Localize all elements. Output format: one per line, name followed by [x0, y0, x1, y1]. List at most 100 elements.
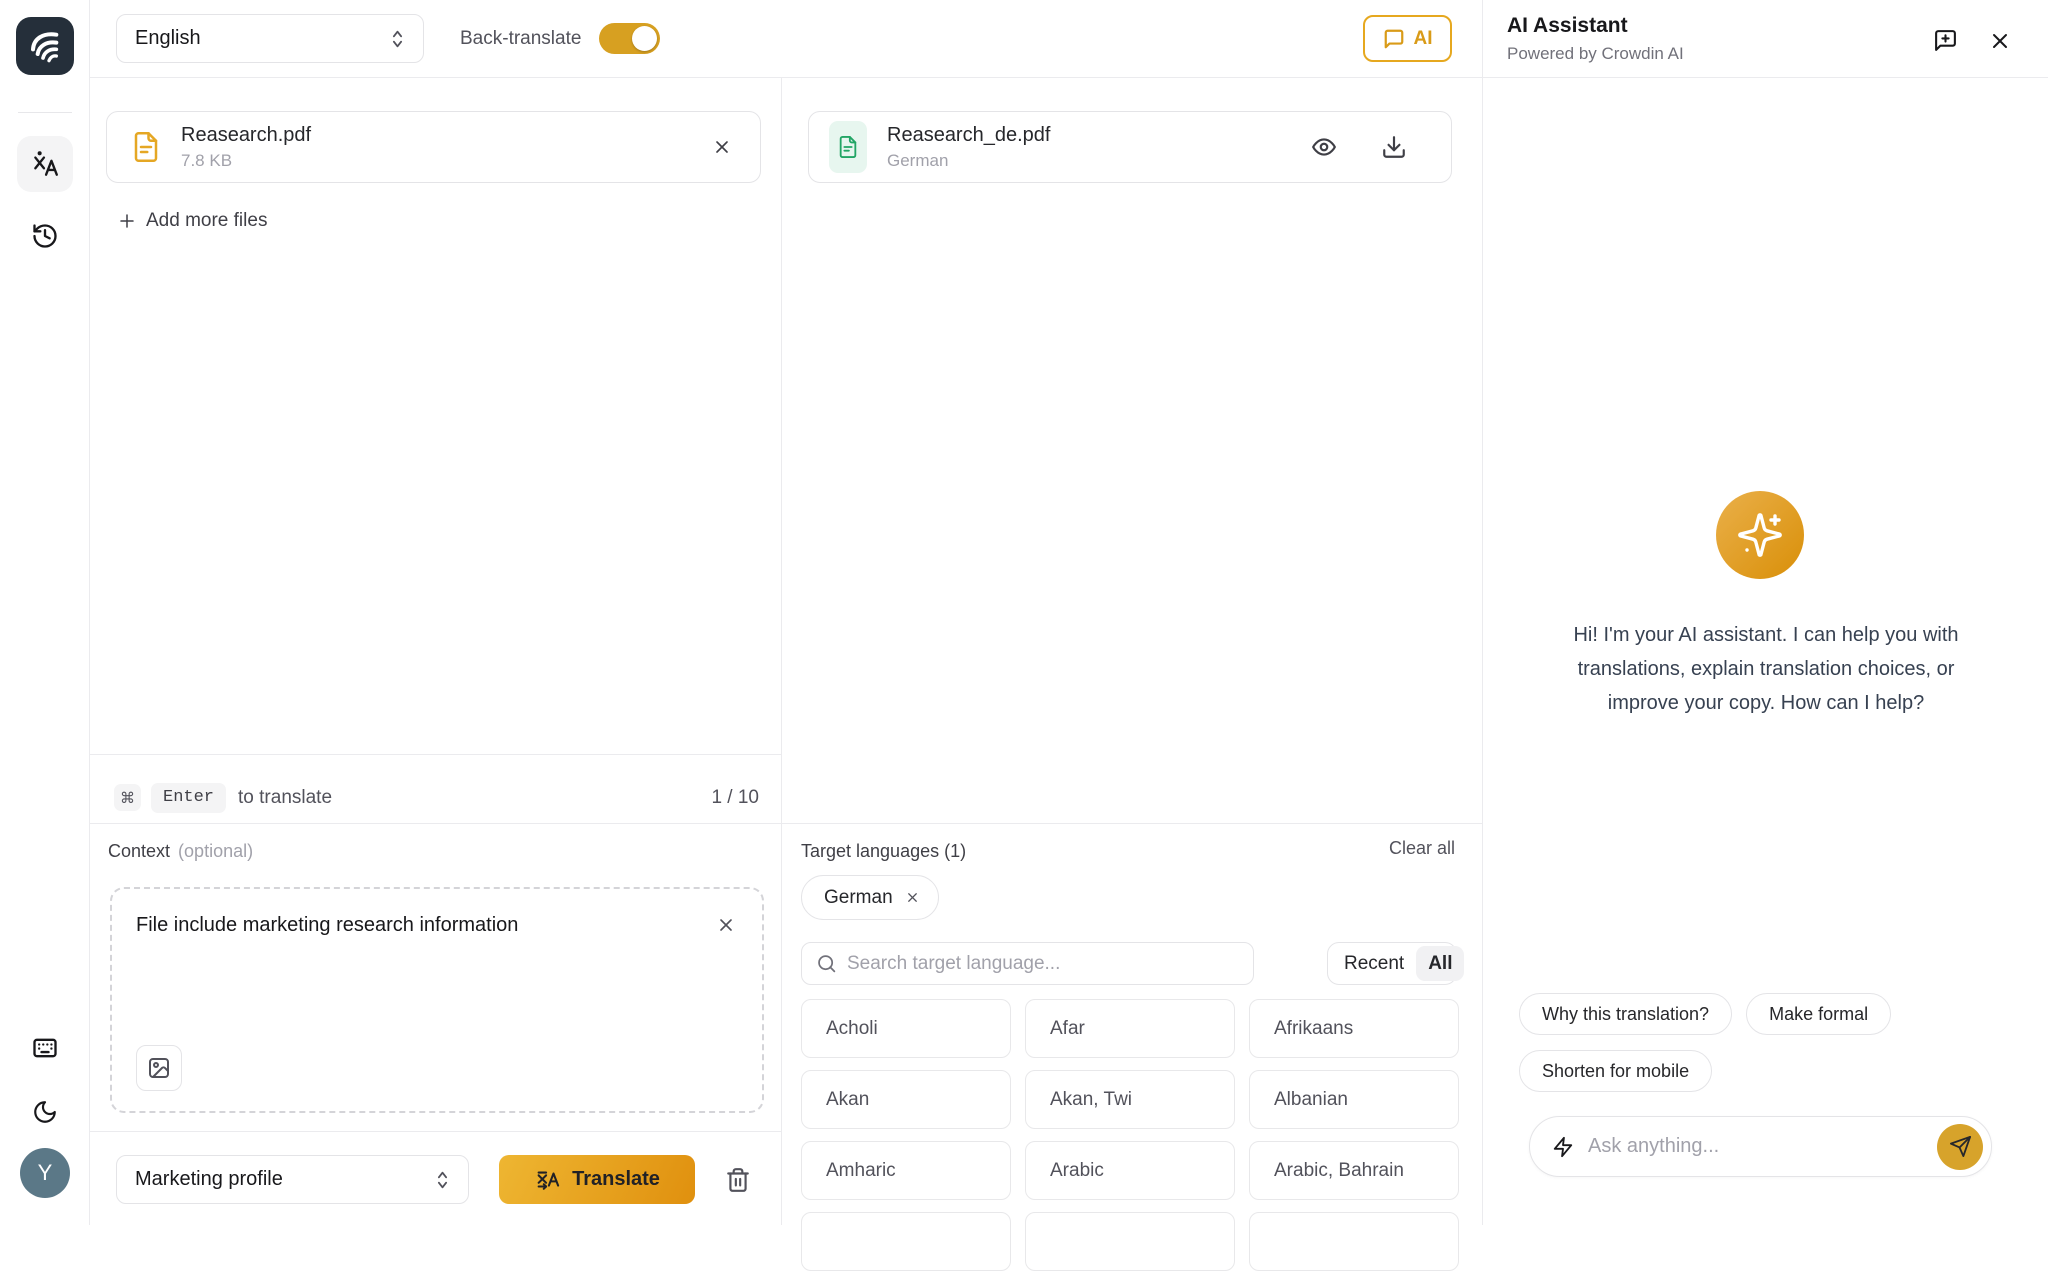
download-file-button[interactable] — [1379, 132, 1409, 162]
translate-button[interactable]: Translate — [499, 1155, 695, 1204]
ai-suggestion-chips: Why this translation? Make formal Shorte… — [1519, 993, 1949, 1092]
filter-recent-tab[interactable]: Recent — [1332, 946, 1416, 981]
remove-language-icon[interactable] — [905, 890, 920, 905]
translated-file-tile — [829, 121, 867, 173]
profile-value: Marketing profile — [135, 1168, 283, 1191]
add-more-files-label: Add more files — [146, 210, 267, 232]
plus-icon — [118, 212, 136, 230]
send-button[interactable] — [1937, 1124, 1983, 1170]
language-option-partial[interactable] — [801, 1212, 1011, 1271]
language-option-partial[interactable] — [1249, 1212, 1459, 1271]
ai-button-label: AI — [1414, 28, 1433, 50]
language-option-label: Amharic — [826, 1160, 896, 1182]
target-file-name: Reasearch_de.pdf — [887, 124, 1050, 147]
language-option-label: Akan, Twi — [1050, 1089, 1132, 1111]
close-icon — [712, 137, 732, 157]
selected-language-name: German — [824, 887, 893, 909]
preview-file-button[interactable] — [1309, 132, 1339, 162]
crowdin-logo[interactable] — [16, 17, 74, 75]
language-option[interactable]: Acholi — [801, 999, 1011, 1058]
language-options-grid: Acholi Afar Afrikaans Akan Akan, Twi Alb… — [801, 999, 1459, 1200]
selected-language-chip[interactable]: German — [801, 875, 939, 920]
ai-suggestion-chip[interactable]: Shorten for mobile — [1519, 1050, 1712, 1092]
new-chat-button[interactable] — [1931, 26, 1960, 55]
language-option[interactable]: Akan — [801, 1070, 1011, 1129]
language-option-label: Acholi — [826, 1018, 878, 1040]
clear-all-button[interactable]: Clear all — [1389, 838, 1455, 859]
chevron-up-down-icon — [435, 1170, 450, 1190]
ai-suggestion-chip[interactable]: Why this translation? — [1519, 993, 1732, 1035]
ai-suggestion-chip[interactable]: Make formal — [1746, 993, 1891, 1035]
language-search-input[interactable] — [847, 953, 1239, 975]
ai-assistant-open-button[interactable]: AI — [1363, 15, 1452, 62]
shortcut-row: ⌘ Enter to translate 1 / 10 — [114, 772, 759, 823]
sidebar-item-history[interactable] — [17, 208, 73, 264]
chat-bubble-icon — [1383, 28, 1405, 50]
language-option[interactable]: Albanian — [1249, 1070, 1459, 1129]
language-option-label: Arabic, Bahrain — [1274, 1160, 1404, 1182]
add-more-files-button[interactable]: Add more files — [118, 210, 267, 232]
target-file-meta: Reasearch_de.pdf German — [887, 124, 1050, 171]
user-avatar[interactable]: Y — [20, 1148, 70, 1198]
source-language-select[interactable]: English — [116, 14, 424, 63]
section-divider — [90, 823, 1482, 824]
language-option[interactable]: Amharic — [801, 1141, 1011, 1200]
source-language-value: English — [135, 27, 201, 50]
user-initial: Y — [38, 1160, 53, 1186]
source-file-meta: Reasearch.pdf 7.8 KB — [181, 124, 311, 171]
context-label-row: Context(optional) — [108, 841, 253, 862]
language-option-label: Albanian — [1274, 1089, 1348, 1111]
document-icon — [131, 130, 161, 164]
language-filter-segmented: Recent All — [1327, 942, 1457, 985]
ai-greeting-message: Hi! I'm your AI assistant. I can help yo… — [1541, 618, 1991, 720]
translate-icon — [30, 149, 60, 179]
crowdin-logo-icon — [25, 26, 65, 66]
ai-assistant-panel: AI Assistant Powered by Crowdin AI Hi! I… — [1482, 0, 2048, 1225]
chevron-up-down-icon — [390, 29, 405, 49]
keyboard-icon — [31, 1034, 59, 1062]
selected-languages-row: German — [801, 875, 939, 920]
language-option-partial[interactable] — [1025, 1212, 1235, 1271]
sidebar-item-translate[interactable] — [17, 136, 73, 192]
sidebar-item-keyboard-shortcuts[interactable] — [17, 1020, 73, 1076]
language-option[interactable]: Arabic, Bahrain — [1249, 1141, 1459, 1200]
back-translate-toggle[interactable] — [599, 23, 660, 54]
usage-counter: 1 / 10 — [711, 787, 759, 809]
search-icon — [816, 953, 837, 974]
history-icon — [31, 222, 59, 250]
ai-header-actions — [1931, 26, 2014, 55]
close-panel-button[interactable] — [1986, 26, 2014, 55]
source-file-name: Reasearch.pdf — [181, 124, 311, 147]
context-dropzone[interactable]: File include marketing research informat… — [110, 887, 764, 1113]
ai-sparkle-badge — [1716, 491, 1804, 579]
close-icon — [716, 915, 736, 935]
filter-all-tab[interactable]: All — [1416, 946, 1464, 981]
ai-suggestion-label: Shorten for mobile — [1542, 1061, 1689, 1082]
context-optional-label: (optional) — [178, 841, 253, 861]
language-option[interactable]: Afrikaans — [1249, 999, 1459, 1058]
pane-divider — [781, 78, 782, 1225]
language-option-label: Afar — [1050, 1018, 1085, 1040]
language-option[interactable]: Afar — [1025, 999, 1235, 1058]
remove-source-file-button[interactable] — [708, 133, 736, 161]
trash-icon — [725, 1167, 751, 1193]
image-icon — [147, 1056, 171, 1080]
moon-icon — [32, 1099, 58, 1125]
source-file-size: 7.8 KB — [181, 151, 311, 171]
language-option[interactable]: Arabic — [1025, 1141, 1235, 1200]
sidebar-item-dark-mode[interactable] — [17, 1084, 73, 1140]
download-icon — [1381, 134, 1407, 160]
context-text-input[interactable]: File include marketing research informat… — [136, 911, 692, 939]
enter-key-badge: Enter — [151, 783, 226, 813]
ai-suggestion-label: Why this translation? — [1542, 1004, 1709, 1025]
lightning-icon[interactable] — [1552, 1136, 1574, 1158]
clear-context-button[interactable] — [712, 911, 740, 939]
attach-image-button[interactable] — [136, 1045, 182, 1091]
close-icon — [1988, 29, 2012, 53]
translation-profile-select[interactable]: Marketing profile — [116, 1155, 469, 1204]
chat-plus-icon — [1933, 28, 1958, 53]
translator-main: English Back-translate AI Reasearch.pdf … — [90, 0, 1482, 1225]
delete-button[interactable] — [725, 1167, 751, 1193]
ai-input[interactable] — [1588, 1135, 1923, 1158]
language-option[interactable]: Akan, Twi — [1025, 1070, 1235, 1129]
